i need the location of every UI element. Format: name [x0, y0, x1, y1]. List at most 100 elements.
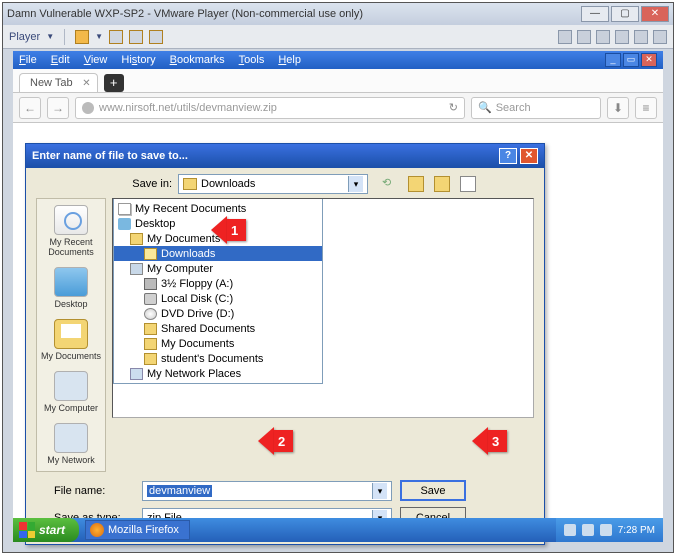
vm-device-icon[interactable] [596, 30, 610, 44]
places-bar: My Recent Documents Desktop My Documents… [36, 198, 106, 472]
dialog-close-button[interactable]: ✕ [520, 148, 538, 164]
place-mycomp[interactable]: My Computer [44, 371, 98, 413]
new-folder-icon[interactable] [434, 176, 450, 192]
docs-icon [118, 203, 131, 215]
folder-open-icon [144, 248, 157, 260]
windows-logo-icon [19, 522, 35, 538]
vm-unity-icon[interactable] [149, 30, 163, 44]
forward-button[interactable]: → [47, 97, 69, 119]
save-file-dialog: Enter name of file to save to... ? ✕ Sav… [25, 143, 545, 545]
tab-label: New Tab [30, 77, 73, 89]
search-placeholder: Search [496, 102, 531, 114]
vm-pause-icon[interactable] [75, 30, 89, 44]
globe-icon [82, 102, 94, 114]
save-in-value: Downloads [201, 178, 255, 190]
callout-2: 2 [258, 427, 293, 455]
dvd-icon [144, 308, 157, 320]
back-nav-icon[interactable]: ⟲ [382, 176, 398, 192]
vmware-titlebar: Damn Vulnerable WXP-SP2 - VMware Player … [3, 3, 673, 25]
folder-icon [144, 338, 157, 350]
vm-snapshot-icon[interactable] [109, 30, 123, 44]
player-menu[interactable]: Player [9, 31, 40, 43]
vmware-title: Damn Vulnerable WXP-SP2 - VMware Player … [7, 8, 581, 20]
menu-edit[interactable]: Edit [51, 54, 70, 66]
downloads-button[interactable]: ⬇ [607, 97, 629, 119]
tree-item-mycomp[interactable]: My Computer [114, 261, 322, 276]
network-icon [130, 368, 143, 380]
place-desktop[interactable]: Desktop [54, 267, 88, 309]
new-tab-button[interactable]: + [104, 74, 124, 92]
save-button[interactable]: Save [400, 480, 466, 501]
vm-device-icon[interactable] [577, 30, 591, 44]
dialog-titlebar: Enter name of file to save to... ? ✕ [26, 144, 544, 168]
vmware-toolbar: Player▼ ▼ [3, 25, 673, 49]
search-bar[interactable]: 🔍 Search [471, 97, 601, 119]
ff-min-button[interactable]: _ [605, 53, 621, 67]
firefox-icon [90, 523, 104, 537]
ff-close-button[interactable]: ✕ [641, 53, 657, 67]
menu-file[interactable]: File [19, 54, 37, 66]
back-button[interactable]: ← [19, 97, 41, 119]
view-menu-icon[interactable] [460, 176, 476, 192]
firefox-menubar: File Edit View History Bookmarks Tools H… [13, 51, 663, 69]
save-in-dropdown[interactable]: Downloads ▾ [178, 174, 368, 194]
tree-item-dvd[interactable]: DVD Drive (D:) [114, 306, 322, 321]
vm-device-icon[interactable] [653, 30, 667, 44]
tree-item-mydocs2[interactable]: My Documents [114, 336, 322, 351]
save-in-label: Save in: [112, 178, 172, 190]
place-mynet[interactable]: My Network [47, 423, 95, 465]
browser-tab[interactable]: New Tab ✕ [19, 73, 98, 92]
tab-close-icon[interactable]: ✕ [82, 78, 90, 89]
menu-view[interactable]: View [84, 54, 108, 66]
tree-item-localc[interactable]: Local Disk (C:) [114, 291, 322, 306]
floppy-icon [144, 278, 157, 290]
tree-item-netplaces[interactable]: My Network Places [114, 366, 322, 381]
tray-icon[interactable] [582, 524, 594, 536]
menu-bookmarks[interactable]: Bookmarks [170, 54, 225, 66]
tree-item-recent[interactable]: My Recent Documents [114, 201, 322, 216]
file-list-pane[interactable]: My Recent Documents Desktop My Documents… [112, 198, 534, 418]
reload-icon[interactable]: ↻ [449, 101, 458, 114]
dropdown-icon[interactable]: ▾ [372, 483, 387, 499]
vm-device-icon[interactable] [634, 30, 648, 44]
menu-tools[interactable]: Tools [239, 54, 265, 66]
place-mydocs[interactable]: My Documents [41, 319, 101, 361]
place-recent[interactable]: My Recent Documents [39, 205, 103, 257]
folder-icon [130, 233, 143, 245]
system-tray: 7:28 PM [556, 518, 663, 542]
filename-value: devmanview [147, 485, 212, 497]
vm-fullscreen-icon[interactable] [129, 30, 143, 44]
vm-close-button[interactable]: ✕ [641, 6, 669, 22]
tree-item-studocs[interactable]: student's Documents [114, 351, 322, 366]
filename-label: File name: [54, 485, 134, 497]
xp-taskbar: start Mozilla Firefox 7:28 PM [13, 518, 663, 542]
tree-item-shared[interactable]: Shared Documents [114, 321, 322, 336]
ff-max-button[interactable]: ▭ [623, 53, 639, 67]
menu-button[interactable]: ≡ [635, 97, 657, 119]
start-button[interactable]: start [13, 518, 79, 542]
tray-icon[interactable] [564, 524, 576, 536]
tree-item-downloads[interactable]: Downloads [114, 246, 322, 261]
firefox-toolbar: ← → www.nirsoft.net/utils/devmanview.zip… [13, 93, 663, 123]
dialog-help-button[interactable]: ? [499, 148, 517, 164]
callout-3: 3 [472, 427, 507, 455]
vm-device-icon[interactable] [615, 30, 629, 44]
vm-maximize-button[interactable]: ▢ [611, 6, 639, 22]
menu-history[interactable]: History [121, 54, 155, 66]
search-icon: 🔍 [478, 101, 492, 114]
up-folder-icon[interactable] [408, 176, 424, 192]
dropdown-icon[interactable]: ▾ [348, 176, 363, 192]
tray-icon[interactable] [600, 524, 612, 536]
url-bar[interactable]: www.nirsoft.net/utils/devmanview.zip ↻ [75, 97, 465, 119]
filename-input[interactable]: devmanview ▾ [142, 481, 392, 501]
tree-item-floppy[interactable]: 3½ Floppy (A:) [114, 276, 322, 291]
computer-icon [130, 263, 143, 275]
folder-icon [144, 323, 157, 335]
menu-help[interactable]: Help [278, 54, 301, 66]
browser-content: Enter name of file to save to... ? ✕ Sav… [13, 123, 663, 518]
tray-clock: 7:28 PM [618, 525, 655, 536]
vmware-window: Damn Vulnerable WXP-SP2 - VMware Player … [2, 2, 674, 553]
vm-device-icon[interactable] [558, 30, 572, 44]
taskbar-item-firefox[interactable]: Mozilla Firefox [85, 520, 190, 540]
vm-minimize-button[interactable]: — [581, 6, 609, 22]
